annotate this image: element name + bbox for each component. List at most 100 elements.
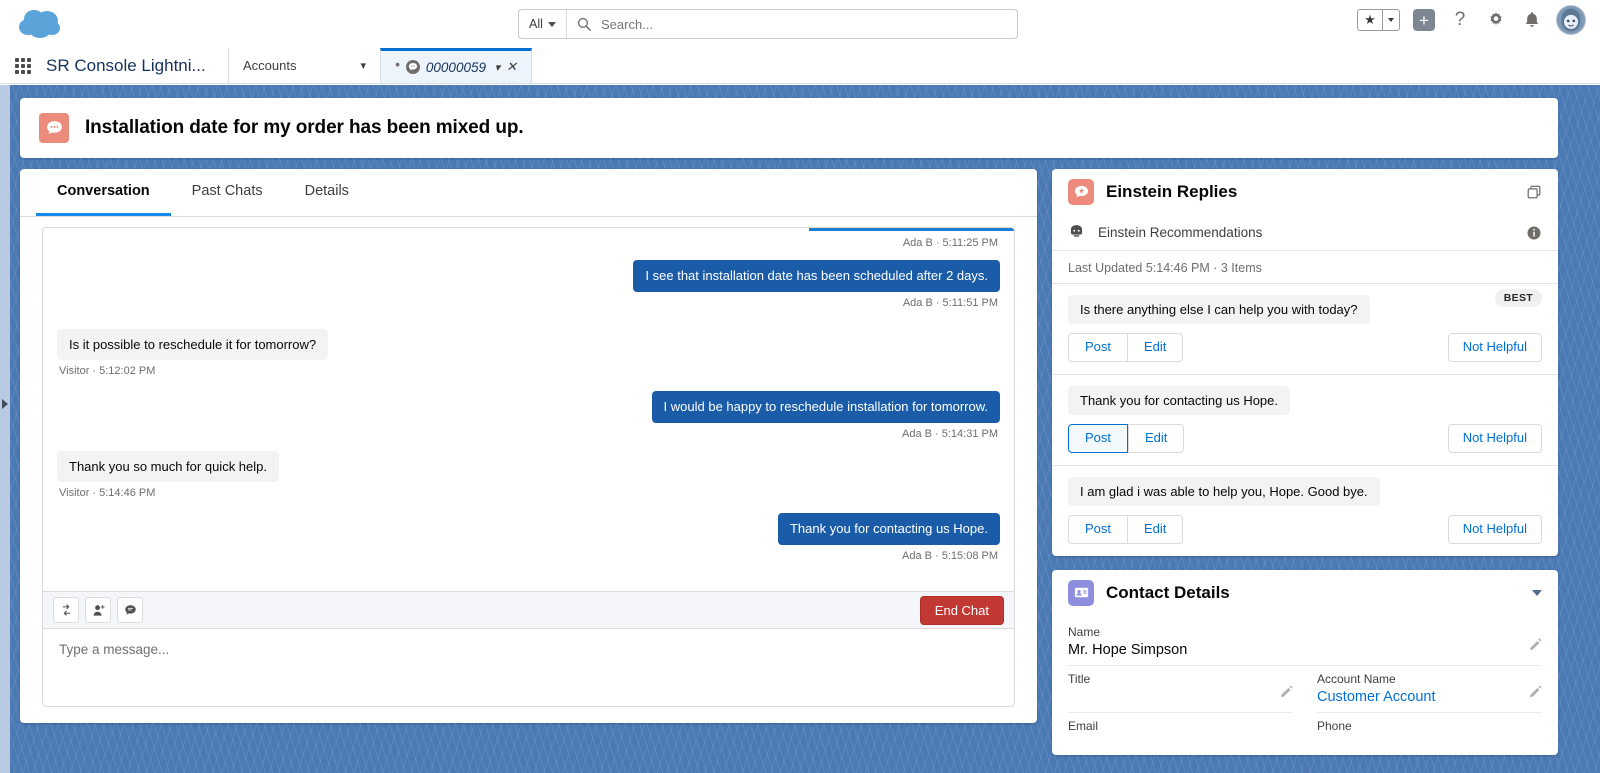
- post-button[interactable]: Post: [1068, 514, 1129, 544]
- favorites-group[interactable]: ★: [1357, 9, 1400, 31]
- setup-button[interactable]: [1484, 8, 1508, 32]
- post-button[interactable]: Post: [1068, 423, 1129, 453]
- end-chat-button[interactable]: End Chat: [919, 595, 1004, 625]
- chat-icon: [405, 60, 420, 74]
- search-scope-label: All: [529, 17, 543, 31]
- message-meta: Visitor · 5:14:46 PM: [59, 487, 156, 500]
- tab-past-chats[interactable]: Past Chats: [171, 169, 284, 216]
- edit-pencil-icon[interactable]: [1529, 638, 1542, 656]
- chevron-down-icon[interactable]: ▾: [495, 61, 501, 74]
- recommendation-actions: Post Edit Not Helpful: [1068, 423, 1542, 453]
- highlight-panel: Installation date for my order has been …: [20, 98, 1558, 158]
- search-input[interactable]: Search...: [601, 17, 653, 32]
- contact-field-title: Title: [1068, 666, 1293, 713]
- tab-label: Conversation: [57, 183, 150, 199]
- close-icon[interactable]: ✕: [506, 59, 517, 75]
- einstein-recommendation: Thank you for contacting us Hope. Post E…: [1052, 375, 1558, 466]
- einstein-replies-header: Einstein Replies: [1052, 169, 1558, 215]
- console-tab-chat-00000059[interactable]: • 00000059 ▾ ✕: [380, 48, 532, 83]
- search-scope-selector[interactable]: All: [519, 10, 567, 38]
- message-input[interactable]: Type a message...: [42, 629, 1015, 707]
- gear-icon: [1490, 12, 1502, 25]
- recommendation-text: Is there anything else I can help you wi…: [1068, 295, 1370, 324]
- not-helpful-button[interactable]: Not Helpful: [1447, 333, 1542, 362]
- bell-icon: [1525, 12, 1539, 27]
- einstein-recommendation: I am glad i was able to help you, Hope. …: [1052, 466, 1558, 556]
- edit-button[interactable]: Edit: [1128, 514, 1184, 544]
- sidebar-collapse-handle[interactable]: [0, 85, 10, 773]
- chat-message: I would be happy to reschedule installat…: [57, 391, 1000, 440]
- app-launcher-button[interactable]: [0, 48, 46, 83]
- console-tab-bar: SR Console Lightni... Accounts ▾ • 00000…: [0, 48, 1600, 84]
- chevron-right-icon: [2, 399, 8, 409]
- global-header: All Search... ★ + ?: [0, 0, 1600, 48]
- einstein-recommendation: BEST Is there anything else I can help y…: [1052, 284, 1558, 375]
- global-search[interactable]: All Search...: [518, 9, 1018, 39]
- app-launcher-icon: [15, 57, 31, 74]
- favorites-star-icon[interactable]: ★: [1358, 10, 1382, 30]
- post-button[interactable]: Post: [1068, 333, 1129, 362]
- composer-toolbar: End Chat: [42, 591, 1015, 629]
- post-edit-group: Post Edit: [1068, 514, 1184, 544]
- chevron-down-icon: [547, 21, 556, 27]
- post-edit-group: Post Edit: [1068, 333, 1184, 362]
- message-meta: Ada B · 5:11:25 PM: [902, 237, 998, 249]
- notifications-button[interactable]: [1520, 8, 1544, 32]
- contact-details-card: Contact Details Name Mr. Hope Simpson Ti…: [1052, 569, 1558, 755]
- chat-transcript[interactable]: Ada B · 5:11:25 PM I see that installati…: [42, 227, 1015, 591]
- edit-button[interactable]: Edit: [1128, 423, 1185, 453]
- person-add-icon[interactable]: [85, 597, 111, 623]
- recommendation-text: I am glad i was able to help you, Hope. …: [1068, 476, 1380, 506]
- post-edit-group: Post Edit: [1068, 423, 1185, 453]
- message-meta: Ada B · 5:11:51 PM: [902, 296, 998, 309]
- search-icon: [567, 17, 601, 31]
- workspace: Installation date for my order has been …: [0, 85, 1600, 773]
- conversation-panel: Conversation Past Chats Details Ada B · …: [20, 169, 1037, 723]
- edit-pencil-icon[interactable]: [1529, 685, 1542, 703]
- popout-icon[interactable]: [1526, 184, 1542, 200]
- field-label: Name: [1068, 624, 1101, 639]
- field-label: Title: [1068, 671, 1091, 686]
- help-button[interactable]: ?: [1448, 8, 1472, 32]
- user-avatar[interactable]: [1556, 5, 1586, 35]
- not-helpful-button[interactable]: Not Helpful: [1447, 423, 1542, 453]
- transfer-icon[interactable]: [53, 597, 79, 623]
- tab-details[interactable]: Details: [284, 169, 370, 216]
- console-tab-label: 00000059: [425, 59, 486, 75]
- not-helpful-button[interactable]: Not Helpful: [1447, 514, 1542, 544]
- message-meta: Ada B · 5:14:31 PM: [902, 427, 998, 440]
- add-button[interactable]: +: [1412, 8, 1436, 32]
- favorites-chevron-down-icon[interactable]: [1382, 10, 1399, 30]
- contact-field-grid: Title Account Name Customer Account Emai…: [1068, 666, 1542, 755]
- chat-message: I see that installation date has been sc…: [57, 260, 1000, 309]
- app-name[interactable]: SR Console Lightni...: [46, 48, 228, 83]
- caret-down-icon[interactable]: [1532, 589, 1542, 596]
- console-tab-accounts[interactable]: Accounts ▾: [228, 48, 380, 83]
- recommendation-actions: Post Edit Not Helpful: [1068, 333, 1542, 362]
- edit-pencil-icon[interactable]: [1280, 685, 1293, 703]
- quick-text-icon[interactable]: [117, 597, 143, 623]
- conversation-tabs: Conversation Past Chats Details: [20, 169, 1037, 217]
- plus-icon: +: [1413, 9, 1435, 31]
- einstein-source-label: Einstein Recommendations: [1098, 225, 1263, 240]
- message-bubble: I would be happy to reschedule installat…: [651, 391, 1000, 423]
- einstein-replies-card: Einstein Replies Einstein Recommendation…: [1052, 169, 1558, 556]
- info-icon[interactable]: [1526, 225, 1542, 241]
- einstein-source-row: Einstein Recommendations: [1052, 215, 1558, 251]
- tab-conversation[interactable]: Conversation: [36, 169, 171, 216]
- right-sidebar: Einstein Replies Einstein Recommendation…: [1052, 169, 1558, 773]
- tab-label: Details: [304, 183, 349, 199]
- card-title: Einstein Replies: [1106, 182, 1238, 201]
- message-bubble: Thank you for contacting us Hope.: [777, 513, 1000, 545]
- contact-card-icon: [1068, 579, 1094, 606]
- chevron-down-icon[interactable]: ▾: [360, 59, 366, 72]
- salesforce-cloud-logo[interactable]: [16, 6, 68, 42]
- message-meta: Ada B · 5:15:08 PM: [902, 549, 998, 562]
- composer: End Chat Type a message...: [42, 591, 1015, 707]
- edit-button[interactable]: Edit: [1128, 333, 1184, 362]
- question-icon: ?: [1454, 9, 1466, 30]
- field-label: Email: [1068, 718, 1099, 733]
- account-name-link[interactable]: Customer Account: [1317, 689, 1542, 705]
- global-actions: ★ + ?: [1357, 5, 1586, 35]
- contact-field-phone: Phone: [1317, 713, 1542, 755]
